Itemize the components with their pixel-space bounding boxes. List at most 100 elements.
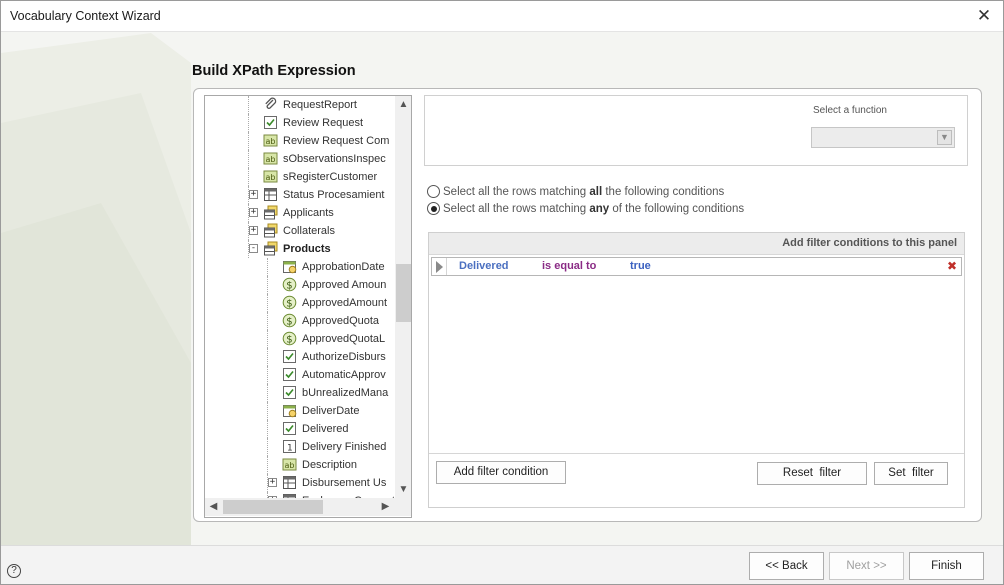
- checkbox-icon: [263, 115, 278, 130]
- tree-vertical-scrollbar[interactable]: ▲ ▼: [395, 96, 411, 498]
- add-filter-condition-button[interactable]: Add filter condition: [436, 461, 566, 484]
- tree-item[interactable]: - Products: [205, 240, 395, 258]
- collapse-icon[interactable]: -: [249, 244, 258, 253]
- delete-icon[interactable]: ✖: [947, 259, 957, 273]
- radio-button[interactable]: [427, 185, 440, 198]
- dollar-icon: $: [282, 295, 297, 310]
- collection-icon: [263, 223, 278, 238]
- tree-item[interactable]: + Disbursement Us: [205, 474, 395, 492]
- scroll-thumb[interactable]: [396, 264, 411, 322]
- tree-item-label: Description: [302, 459, 358, 471]
- dollar-icon: $: [282, 331, 297, 346]
- radio-text-after: the following conditions: [602, 186, 725, 198]
- tree-item[interactable]: $ ApprovedAmount: [205, 294, 395, 312]
- text-ab-icon: ab: [263, 133, 278, 148]
- tree-item[interactable]: AuthorizeDisburs: [205, 348, 395, 366]
- tree-item[interactable]: ab Description: [205, 456, 395, 474]
- condition-operator[interactable]: is equal to: [542, 260, 596, 272]
- tree-item-label: Delivery Finished: [302, 441, 387, 453]
- tree-item-label: ApprobationDate: [302, 261, 385, 273]
- tree-connector: [267, 420, 268, 438]
- tree-item-label: sObservationsInspec: [283, 153, 386, 165]
- finish-button[interactable]: Finish: [909, 552, 984, 580]
- tree-item-label: bUnrealizedMana: [302, 387, 389, 399]
- set-filter-button[interactable]: Set filter: [874, 462, 948, 485]
- scroll-right-icon[interactable]: ▶: [377, 498, 394, 516]
- tree-item[interactable]: $ Approved Amoun: [205, 276, 395, 294]
- wizard-window: Vocabulary Context Wizard ✕ Build XPath …: [0, 0, 1004, 585]
- tree-item-label: AutomaticApprov: [302, 369, 386, 381]
- reset-filter-button[interactable]: Reset filter: [757, 462, 867, 485]
- tree-item-label: Collaterals: [283, 225, 335, 237]
- tree-item[interactable]: ab sRegisterCustomer: [205, 168, 395, 186]
- condition-field[interactable]: Delivered: [459, 260, 509, 272]
- filter-condition-row[interactable]: Delivered is equal to true ✖: [431, 257, 962, 276]
- tree-connector: [248, 150, 249, 168]
- tree-item-label: Approved Amoun: [302, 279, 387, 291]
- tree-item-label: RequestReport: [283, 99, 357, 111]
- tree-item[interactable]: ApprobationDate: [205, 258, 395, 276]
- tree-item[interactable]: Review Request: [205, 114, 395, 132]
- tree-item[interactable]: 1 Delivery Finished: [205, 438, 395, 456]
- tree-item[interactable]: bUnrealizedMana: [205, 384, 395, 402]
- tree-item[interactable]: AutomaticApprov: [205, 366, 395, 384]
- expand-icon[interactable]: +: [249, 208, 258, 217]
- tree-item-label: AuthorizeDisburs: [302, 351, 386, 363]
- chevron-down-icon[interactable]: ▼: [937, 130, 952, 145]
- tree-item[interactable]: ab sObservationsInspec: [205, 150, 395, 168]
- condition-value[interactable]: true: [630, 260, 651, 272]
- calendar-icon: [282, 403, 297, 418]
- tree-connector: [267, 330, 268, 348]
- tree-item[interactable]: + Collaterals: [205, 222, 395, 240]
- play-icon[interactable]: [436, 261, 443, 273]
- expand-icon[interactable]: +: [249, 226, 258, 235]
- checkbox-icon: [282, 367, 297, 382]
- table-icon: [263, 187, 278, 202]
- text-ab-icon: ab: [263, 169, 278, 184]
- tree-item[interactable]: + Status Procesamient: [205, 186, 395, 204]
- expand-icon[interactable]: +: [249, 190, 258, 199]
- tree-item[interactable]: $ ApprovedQuota: [205, 312, 395, 330]
- title-bar: Vocabulary Context Wizard ✕: [1, 1, 1003, 32]
- next-button[interactable]: Next >>: [829, 552, 904, 580]
- svg-text:$: $: [286, 334, 292, 345]
- tree-item[interactable]: Delivered: [205, 420, 395, 438]
- tree-connector: [267, 456, 268, 474]
- checkbox-icon: [282, 349, 297, 364]
- function-label: Select a function: [813, 105, 887, 116]
- tree-item-label: DeliverDate: [302, 405, 360, 417]
- radio-emphasis: any: [589, 203, 610, 215]
- radio-emphasis: all: [589, 186, 603, 198]
- function-select[interactable]: ▼: [811, 127, 955, 148]
- tree-item[interactable]: ab Review Request Com: [205, 132, 395, 150]
- tree-item-label: Products: [283, 243, 331, 255]
- text-ab-icon: ab: [263, 151, 278, 166]
- tree-item[interactable]: RequestReport: [205, 96, 395, 114]
- tree-item-label: Status Procesamient: [283, 189, 385, 201]
- scroll-up-icon[interactable]: ▲: [395, 96, 411, 113]
- tree-item[interactable]: + Applicants: [205, 204, 395, 222]
- tree-item-label: ApprovedAmount: [302, 297, 387, 309]
- expand-icon[interactable]: +: [268, 478, 277, 487]
- radio-text-after: of the following conditions: [609, 203, 745, 215]
- tree-items: RequestReport Review Request ab Review Requ…: [205, 96, 395, 498]
- tree-connector: [267, 366, 268, 384]
- tree-item[interactable]: DeliverDate: [205, 402, 395, 420]
- tree-horizontal-scrollbar[interactable]: ◀ ▶: [205, 498, 411, 516]
- tree-connector: [267, 384, 268, 402]
- back-button[interactable]: << Back: [749, 552, 824, 580]
- tree-connector: [267, 348, 268, 366]
- tree-item-label: Review Request: [283, 117, 364, 129]
- tree-connector: [267, 294, 268, 312]
- scroll-down-icon[interactable]: ▼: [395, 481, 411, 498]
- vocabulary-tree[interactable]: RequestReport Review Request ab Review Requ…: [204, 95, 412, 518]
- tree-item-label: ApprovedQuota: [302, 315, 380, 327]
- tree-item-label: Disbursement Us: [302, 477, 387, 489]
- hscroll-thumb[interactable]: [223, 500, 323, 514]
- scroll-left-icon[interactable]: ◀: [205, 498, 222, 516]
- help-icon[interactable]: ?: [7, 564, 21, 578]
- close-icon[interactable]: ✕: [973, 5, 995, 27]
- tree-connector: [248, 96, 249, 114]
- tree-item[interactable]: $ ApprovedQuotaL: [205, 330, 395, 348]
- radio-button[interactable]: [427, 202, 440, 215]
